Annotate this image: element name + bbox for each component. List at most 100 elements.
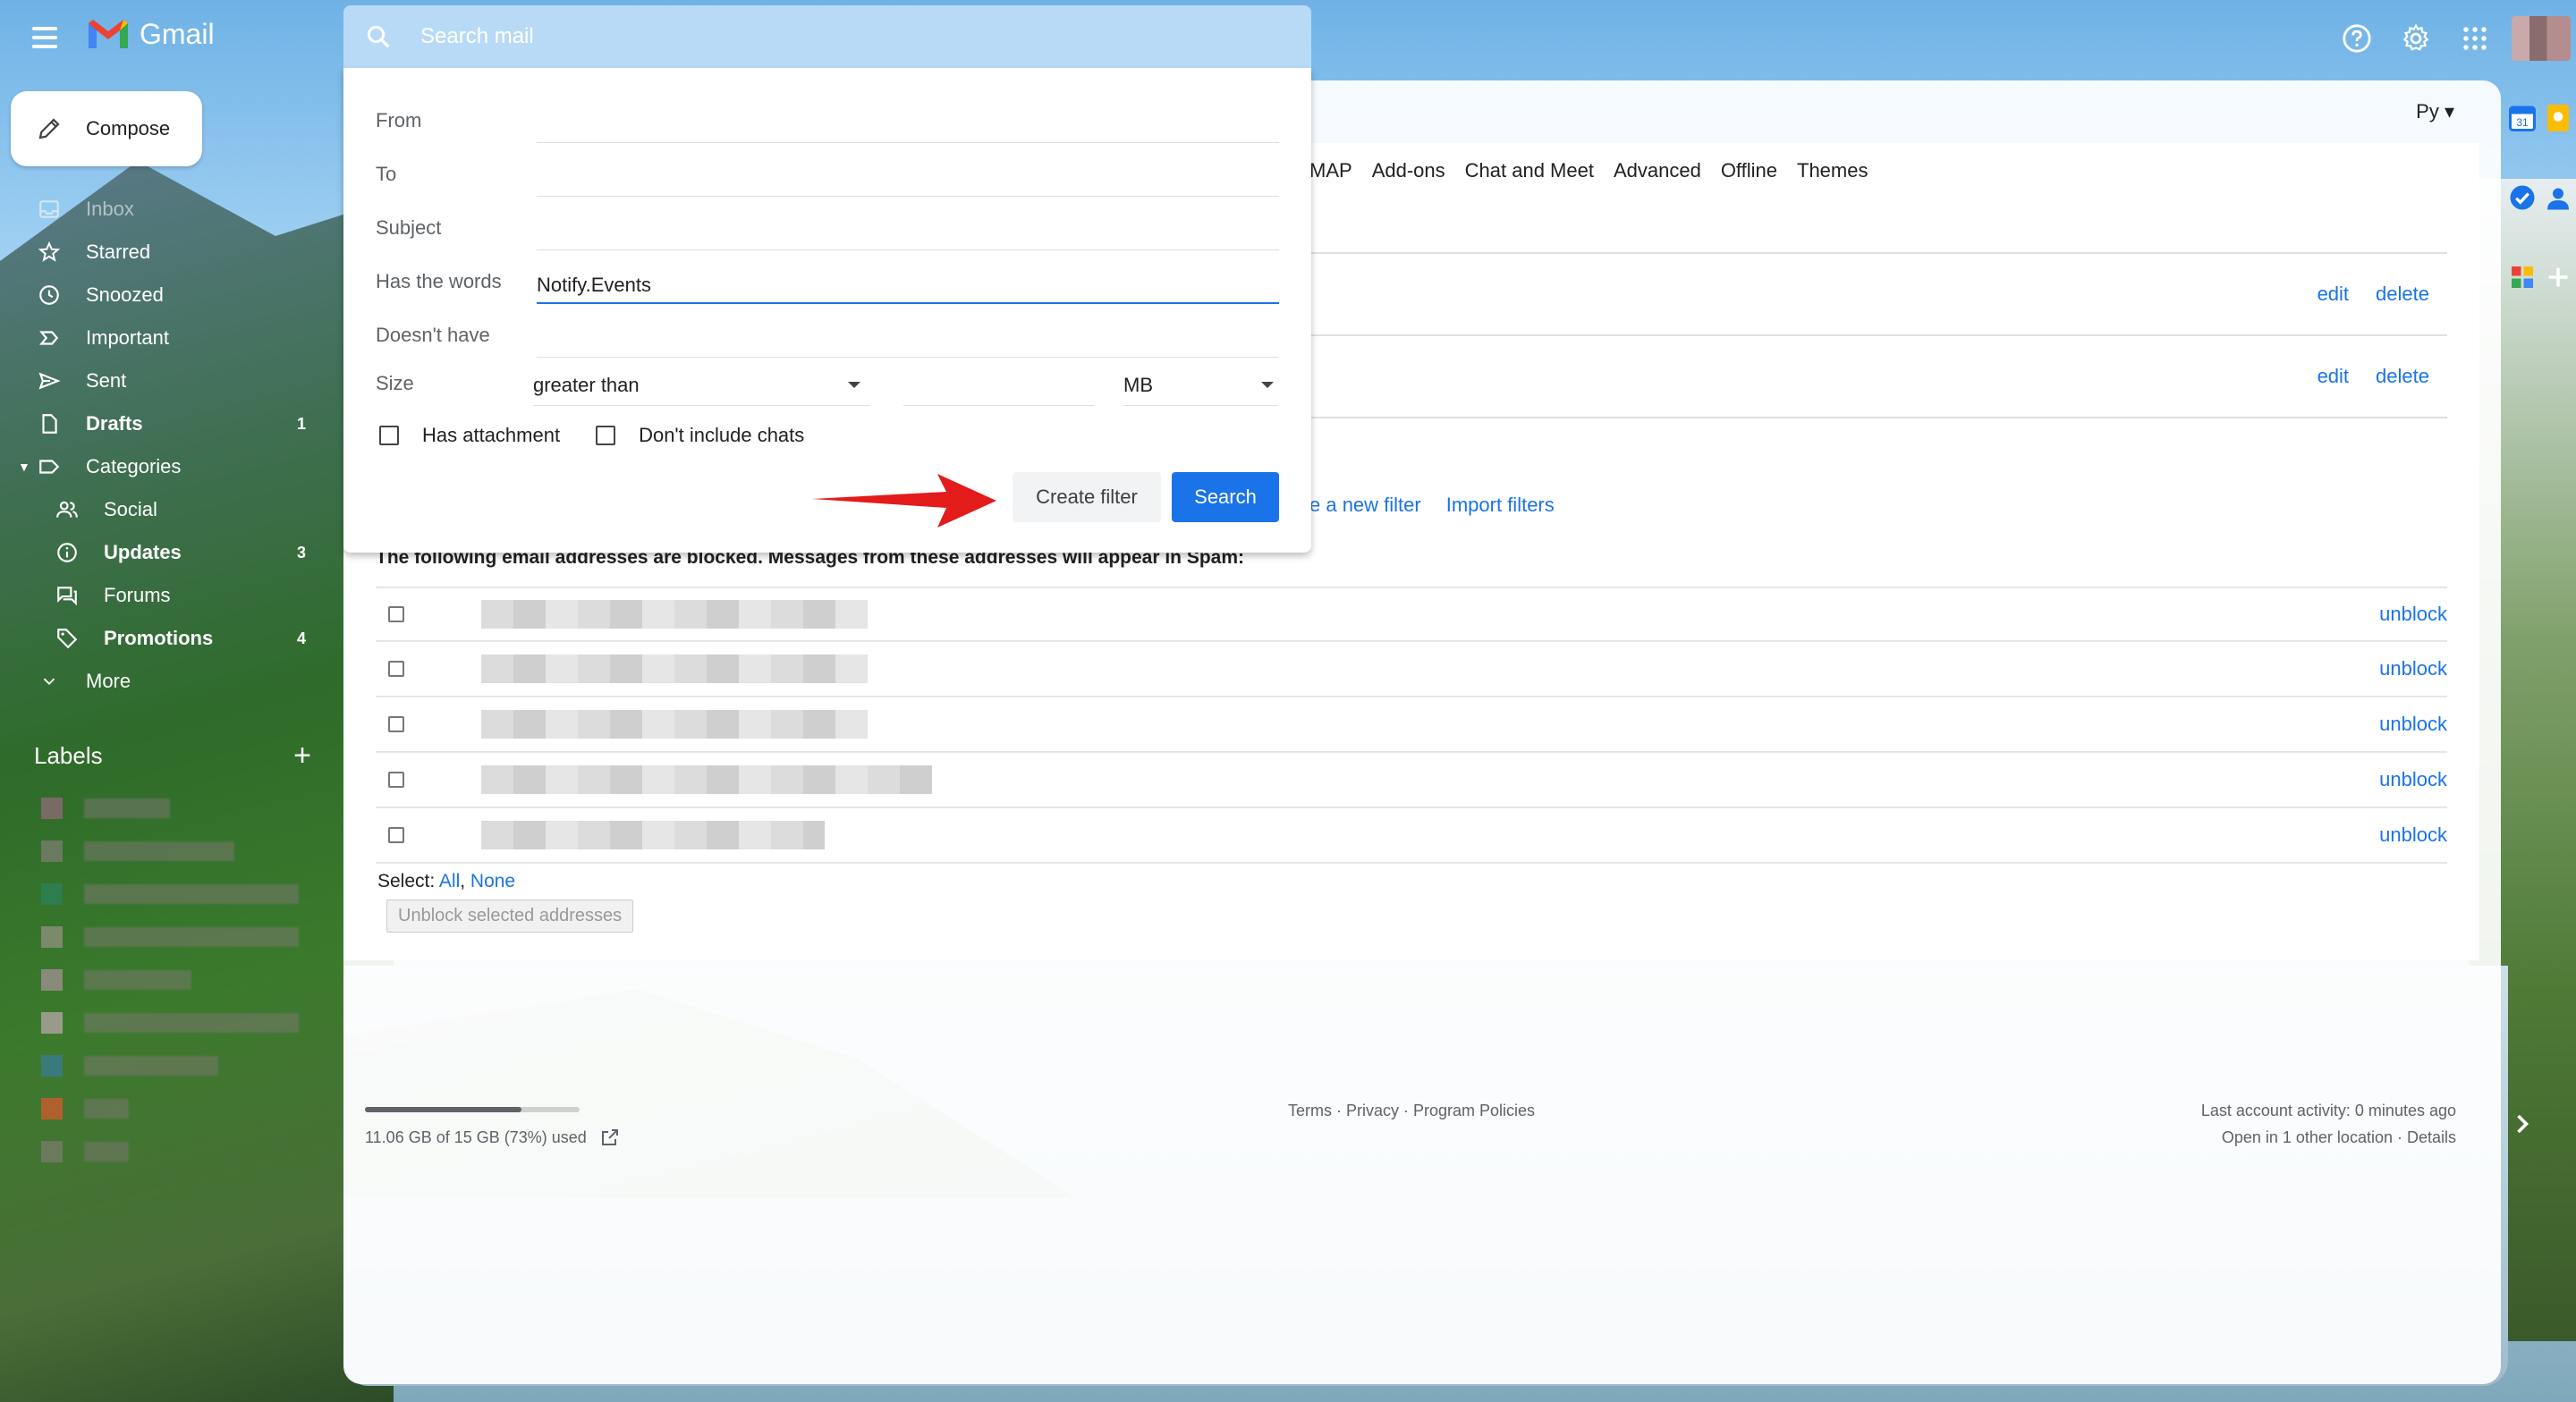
- other-location[interactable]: Open in 1 other location · Details: [2222, 1128, 2456, 1147]
- size-unit-select[interactable]: MB: [1123, 370, 1277, 406]
- no-chats-checkbox[interactable]: [596, 426, 616, 445]
- label-item[interactable]: [41, 1044, 306, 1087]
- settings-tabs: MAP Add-ons Chat and Meet Advanced Offli…: [1309, 159, 1868, 182]
- expand-caret-icon[interactable]: ▼: [18, 460, 30, 474]
- create-new-filter-link[interactable]: e a new filter: [1309, 494, 1421, 517]
- sidebar-item-drafts[interactable]: Drafts 1: [0, 402, 322, 445]
- sidebar-item-promotions[interactable]: Promotions 4: [0, 617, 322, 660]
- tab-offline[interactable]: Offline: [1721, 159, 1777, 182]
- sidebar-item-more[interactable]: More: [0, 660, 322, 703]
- blocked-email-blurred: [481, 821, 825, 849]
- compose-label: Compose: [86, 117, 171, 139]
- delete-filter-link[interactable]: delete: [2376, 365, 2429, 388]
- search-bar[interactable]: [343, 5, 1311, 68]
- label-item[interactable]: [41, 873, 306, 916]
- row-checkbox[interactable]: [388, 661, 404, 677]
- sidebar-item-starred[interactable]: Starred: [0, 231, 322, 274]
- tab-addons[interactable]: Add-ons: [1372, 159, 1445, 182]
- import-filters-link[interactable]: Import filters: [1446, 494, 1555, 517]
- sidebar-item-label: Snoozed: [86, 283, 164, 306]
- compose-button[interactable]: Compose: [11, 91, 202, 166]
- search-input[interactable]: [420, 24, 1225, 49]
- has-words-field[interactable]: [537, 268, 1279, 304]
- sidebar-item-social[interactable]: Social: [0, 488, 322, 531]
- has-attachment-checkbox[interactable]: [379, 426, 399, 445]
- sidebar-item-updates[interactable]: Updates 3: [0, 531, 322, 574]
- account-avatar[interactable]: [2512, 16, 2571, 61]
- size-operator-select[interactable]: greater than: [533, 370, 869, 406]
- select-none-link[interactable]: None: [470, 871, 515, 891]
- apps-grid-icon[interactable]: [2453, 16, 2497, 61]
- size-unit-value: MB: [1123, 373, 1153, 396]
- unblock-link[interactable]: unblock: [2379, 603, 2447, 626]
- sidebar-item-label: Updates: [104, 541, 182, 563]
- label-item[interactable]: [41, 959, 306, 1001]
- tasks-icon[interactable]: [2506, 182, 2538, 214]
- from-field[interactable]: [537, 107, 1279, 143]
- search-icon[interactable]: [365, 23, 408, 50]
- add-addon-icon[interactable]: [2542, 261, 2574, 293]
- keep-icon[interactable]: [2542, 102, 2574, 134]
- add-label-icon[interactable]: +: [293, 739, 311, 773]
- last-activity: Last account activity: 0 minutes ago: [2200, 1102, 2456, 1119]
- main-menu-button[interactable]: [32, 21, 64, 54]
- label-color-swatch: [41, 926, 63, 948]
- gmail-logo[interactable]: Gmail: [86, 16, 215, 52]
- delete-filter-link[interactable]: delete: [2376, 283, 2429, 306]
- tab-themes[interactable]: Themes: [1797, 159, 1868, 182]
- label-item[interactable]: [41, 916, 306, 959]
- app-name: Gmail: [140, 17, 215, 50]
- label-item[interactable]: [41, 1001, 306, 1044]
- chevron-right-icon[interactable]: [2506, 1108, 2538, 1140]
- row-checkbox[interactable]: [388, 606, 404, 622]
- storage-text: 11.06 GB of 15 GB (73%) used: [365, 1127, 621, 1148]
- row-checkbox[interactable]: [388, 772, 404, 788]
- tab-chat-meet[interactable]: Chat and Meet: [1465, 159, 1594, 182]
- subject-field[interactable]: [537, 215, 1279, 250]
- unblock-link[interactable]: unblock: [2379, 713, 2447, 736]
- sidebar-item-important[interactable]: Important: [0, 317, 322, 359]
- to-field[interactable]: [537, 161, 1279, 197]
- storage-bar: [365, 1107, 580, 1112]
- has-words-row: Has the words: [376, 250, 1279, 304]
- label-item[interactable]: [41, 1087, 306, 1130]
- sidebar-item-label: More: [86, 670, 131, 692]
- sidebar-item-label: Sent: [86, 369, 127, 392]
- create-filter-button[interactable]: Create filter: [1013, 472, 1161, 522]
- tab-advanced[interactable]: Advanced: [1614, 159, 1701, 182]
- unblock-link[interactable]: unblock: [2379, 768, 2447, 791]
- footer-links[interactable]: Terms · Privacy · Program Policies: [1288, 1102, 1535, 1120]
- sidebar-item-forums[interactable]: Forums: [0, 574, 322, 617]
- edit-filter-link[interactable]: edit: [2318, 283, 2349, 306]
- tab-imap[interactable]: MAP: [1309, 159, 1352, 182]
- label-color-swatch: [41, 1055, 63, 1077]
- addon-icon[interactable]: [2506, 261, 2538, 293]
- input-tools-language[interactable]: Ру ▾: [2416, 100, 2454, 123]
- contacts-icon[interactable]: [2542, 182, 2574, 214]
- label-item[interactable]: [41, 787, 306, 830]
- open-external-icon[interactable]: [599, 1127, 621, 1148]
- unblock-link[interactable]: unblock: [2379, 823, 2447, 847]
- filter-row-actions: edit delete: [2318, 283, 2429, 306]
- sidebar-item-sent[interactable]: Sent: [0, 359, 322, 402]
- settings-gear-icon[interactable]: [2394, 16, 2438, 61]
- edit-filter-link[interactable]: edit: [2318, 365, 2349, 388]
- label-name-blurred: [84, 884, 299, 904]
- sidebar-item-snoozed[interactable]: Snoozed: [0, 274, 322, 317]
- chevron-down-icon: [1261, 382, 1274, 388]
- top-right-actions: [2334, 16, 2576, 61]
- label-item[interactable]: [41, 830, 306, 873]
- unblock-selected-button[interactable]: Unblock selected addresses: [386, 899, 634, 933]
- select-all-link[interactable]: All: [439, 871, 460, 891]
- row-checkbox[interactable]: [388, 716, 404, 732]
- size-value-field[interactable]: [903, 370, 1095, 406]
- label-item[interactable]: [41, 1130, 306, 1173]
- unblock-link[interactable]: unblock: [2379, 657, 2447, 680]
- sidebar-item-categories[interactable]: ▼ Categories: [0, 445, 322, 488]
- label-color-swatch: [41, 840, 63, 862]
- help-icon[interactable]: [2334, 16, 2379, 61]
- row-checkbox[interactable]: [388, 827, 404, 843]
- calendar-icon[interactable]: 31: [2506, 102, 2538, 134]
- search-button[interactable]: Search: [1172, 472, 1279, 522]
- sidebar-item-inbox[interactable]: Inbox: [0, 188, 322, 231]
